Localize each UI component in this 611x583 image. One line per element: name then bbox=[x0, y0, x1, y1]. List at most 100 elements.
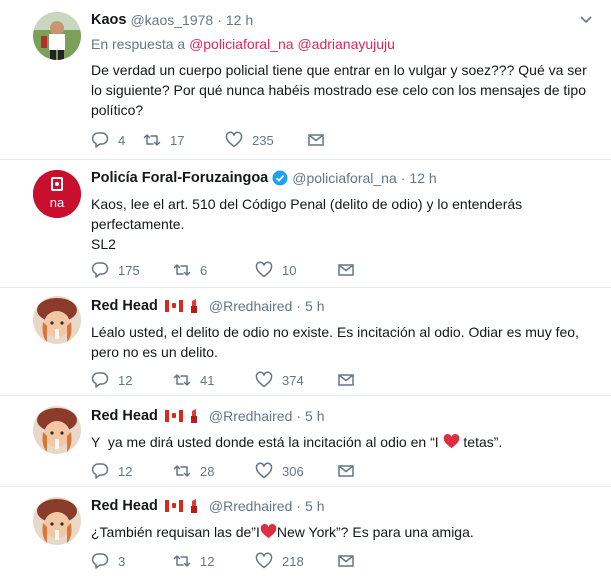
tweet-actions: 12 41 374 bbox=[91, 370, 419, 390]
display-name[interactable]: Red Head bbox=[91, 298, 158, 314]
retweet-count: 12 bbox=[200, 553, 215, 569]
reply-icon bbox=[91, 132, 109, 148]
dm-icon bbox=[338, 264, 354, 276]
tweet-text-part: Y ya me dirá usted donde está la incitac… bbox=[91, 434, 443, 450]
like-button[interactable]: 306 bbox=[255, 462, 337, 480]
tweet-actions: 4 17 235 bbox=[91, 130, 389, 150]
tweet-actions: 12 28 306 bbox=[91, 461, 419, 481]
display-name[interactable]: Policía Foral-Foruzaingoa bbox=[91, 170, 268, 186]
tweet-red-head-1[interactable]: Red Head @Rredhaired · 5 h Léalo usted, … bbox=[0, 288, 611, 396]
tweet-red-head-2[interactable]: Red Head @Rredhaired · 5 h Y ya me dirá … bbox=[0, 396, 611, 487]
reply-user-link[interactable]: @policiaforal_na bbox=[189, 36, 294, 52]
reply-button[interactable]: 12 bbox=[91, 462, 173, 480]
lipstick-icon bbox=[190, 499, 197, 513]
reply-button[interactable]: 3 bbox=[91, 552, 173, 570]
retweet-icon bbox=[173, 465, 191, 477]
tweet-red-head-3[interactable]: Red Head @Rredhaired · 5 h ¿También requ… bbox=[0, 487, 611, 583]
display-name[interactable]: Red Head bbox=[91, 408, 158, 424]
canada-flag-icon bbox=[164, 300, 183, 312]
timestamp[interactable]: 12 h bbox=[226, 12, 253, 28]
like-icon bbox=[225, 131, 243, 148]
tweet-kaos[interactable]: Kaos @kaos_1978 · 12 h En respuesta a @p… bbox=[0, 0, 611, 160]
retweet-button[interactable]: 28 bbox=[173, 462, 255, 480]
like-icon bbox=[255, 261, 273, 278]
tweet-policia-foral[interactable]: na Policía Foral-Foruzaingoa @policiafor… bbox=[0, 160, 611, 288]
reply-button[interactable]: 12 bbox=[91, 371, 173, 389]
reply-context: En respuesta a @policiaforal_na @adriana… bbox=[91, 36, 593, 52]
like-count: 10 bbox=[282, 262, 297, 278]
dm-button[interactable] bbox=[337, 552, 419, 570]
retweet-icon bbox=[173, 264, 191, 276]
user-handle[interactable]: @Rredhaired bbox=[209, 408, 292, 424]
timestamp[interactable]: 5 h bbox=[305, 498, 324, 514]
dm-button[interactable] bbox=[337, 261, 419, 279]
canada-flag-icon bbox=[164, 410, 183, 422]
like-button[interactable]: 218 bbox=[255, 552, 337, 570]
user-handle[interactable]: @kaos_1978 bbox=[130, 12, 213, 28]
dm-icon bbox=[338, 555, 354, 567]
user-handle[interactable]: @Rredhaired bbox=[209, 298, 292, 314]
retweet-count: 6 bbox=[200, 262, 208, 278]
reply-button[interactable]: 175 bbox=[91, 261, 173, 279]
lipstick-icon bbox=[190, 299, 197, 313]
tweet-header: Red Head @Rredhaired · 5 h bbox=[91, 406, 593, 426]
retweet-button[interactable]: 17 bbox=[143, 131, 225, 149]
like-icon bbox=[255, 462, 273, 479]
like-button[interactable]: 235 bbox=[225, 131, 307, 149]
dm-button[interactable] bbox=[337, 371, 419, 389]
reply-count: 3 bbox=[118, 553, 126, 569]
heart-emoji-icon bbox=[260, 524, 277, 539]
user-handle[interactable]: @Rredhaired bbox=[209, 498, 292, 514]
separator-dot: · bbox=[296, 298, 302, 314]
verified-icon bbox=[272, 170, 288, 186]
like-button[interactable]: 10 bbox=[255, 261, 337, 279]
reply-user-link[interactable]: @adrianayujuju bbox=[297, 36, 395, 52]
separator-dot: · bbox=[217, 12, 222, 28]
lipstick-icon bbox=[190, 409, 197, 423]
retweet-icon bbox=[143, 134, 161, 146]
retweet-button[interactable]: 6 bbox=[173, 261, 255, 279]
tweet-header: Red Head @Rredhaired · 5 h bbox=[91, 496, 593, 516]
tweet-text: De verdad un cuerpo policial tiene que e… bbox=[91, 62, 591, 118]
reply-count: 12 bbox=[118, 463, 133, 479]
retweet-count: 28 bbox=[200, 463, 215, 479]
retweet-icon bbox=[173, 555, 191, 567]
avatar-text: na bbox=[50, 195, 65, 210]
tweet-text: Léalo usted, el delito de odio no existe… bbox=[91, 324, 583, 360]
dm-button[interactable] bbox=[337, 462, 419, 480]
avatar[interactable] bbox=[33, 296, 81, 344]
heart-emoji-icon bbox=[443, 434, 459, 449]
display-name[interactable]: Red Head bbox=[91, 498, 158, 514]
separator-dot: · bbox=[296, 498, 302, 514]
user-handle[interactable]: @policiaforal_na bbox=[292, 170, 397, 186]
retweet-button[interactable]: 41 bbox=[173, 371, 255, 389]
timestamp[interactable]: 5 h bbox=[305, 408, 324, 424]
reply-icon bbox=[91, 372, 109, 388]
reply-icon bbox=[91, 262, 109, 278]
display-name[interactable]: Kaos bbox=[91, 12, 126, 28]
avatar[interactable] bbox=[33, 12, 81, 60]
dm-button[interactable] bbox=[307, 131, 389, 149]
tweet-header: Red Head @Rredhaired · 5 h bbox=[91, 296, 593, 316]
like-button[interactable]: 374 bbox=[255, 371, 337, 389]
like-count: 235 bbox=[252, 132, 274, 148]
retweet-button[interactable]: 12 bbox=[173, 552, 255, 570]
retweet-icon bbox=[173, 374, 191, 386]
reply-count: 4 bbox=[118, 132, 126, 148]
like-count: 306 bbox=[282, 463, 304, 479]
avatar[interactable] bbox=[33, 406, 81, 454]
tweet-text: ¿También requisan las de”I New York”? Es … bbox=[91, 522, 593, 542]
timestamp[interactable]: 5 h bbox=[305, 298, 324, 314]
dm-icon bbox=[308, 134, 324, 146]
avatar[interactable] bbox=[33, 497, 81, 545]
reply-count: 12 bbox=[118, 372, 133, 388]
canada-flag-icon bbox=[164, 500, 183, 512]
reply-icon bbox=[91, 553, 109, 569]
dm-icon bbox=[338, 465, 354, 477]
tweet-text-part: ¿También requisan las de”I bbox=[91, 524, 260, 540]
tweet-text: Kaos, lee el art. 510 del Código Penal (… bbox=[91, 196, 523, 252]
caret-down-icon[interactable] bbox=[579, 12, 593, 26]
avatar[interactable]: na bbox=[33, 170, 81, 218]
timestamp[interactable]: 12 h bbox=[409, 170, 436, 186]
reply-icon bbox=[91, 463, 109, 479]
